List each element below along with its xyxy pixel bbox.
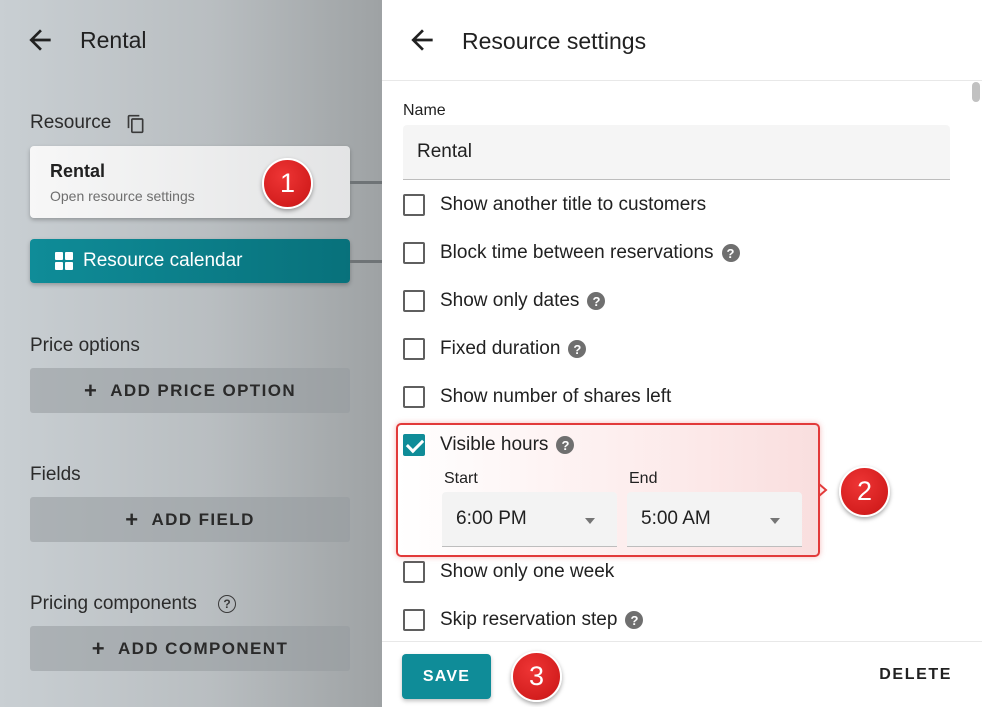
back-arrow-icon[interactable] [24, 24, 56, 56]
plus-icon: + [125, 506, 140, 532]
option-label: Skip reservation step [440, 609, 618, 630]
end-label: End [629, 470, 658, 487]
add-component-label: ADD COMPONENT [117, 638, 289, 658]
add-price-option-button[interactable]: + ADD PRICE OPTION [30, 368, 350, 413]
annotation-badge-2: 2 [839, 466, 890, 517]
price-options-label: Price options [30, 335, 140, 356]
option-label: Fixed duration [440, 338, 561, 359]
start-label: Start [444, 470, 478, 487]
option-label: Show only one week [440, 561, 615, 582]
help-icon[interactable]: ? [218, 595, 236, 613]
checkbox-checked[interactable] [403, 434, 425, 456]
option-label: Show number of shares left [440, 386, 672, 407]
help-icon[interactable]: ? [568, 340, 587, 358]
start-time-value: 6:00 PM [456, 508, 527, 529]
checkbox[interactable] [403, 609, 425, 631]
help-icon[interactable]: ? [556, 436, 575, 454]
checkbox[interactable] [403, 290, 425, 312]
option-show-another-title[interactable]: Show another title to customers [403, 190, 706, 220]
save-button[interactable]: SAVE [402, 654, 491, 699]
resource-label: Resource [30, 112, 112, 133]
add-component-button[interactable]: + ADD COMPONENT [30, 626, 350, 671]
option-shares-left[interactable]: Show number of shares left [403, 382, 671, 412]
back-arrow-icon[interactable] [406, 24, 438, 56]
option-one-week[interactable]: Show only one week [403, 557, 614, 587]
settings-footer: SAVE DELETE [382, 641, 982, 707]
settings-title: Resource settings [462, 28, 647, 54]
left-header: Rental [0, 0, 382, 80]
option-block-time[interactable]: Block time between reservations ? [403, 238, 740, 268]
checkbox[interactable] [403, 194, 425, 216]
add-price-option-label: ADD PRICE OPTION [110, 380, 297, 400]
annotation-badge-3: 3 [511, 651, 562, 702]
option-fixed-duration[interactable]: Fixed duration ? [403, 334, 587, 364]
highlight-pointer [818, 483, 828, 497]
annotation-badge-1: 1 [262, 158, 313, 209]
resource-calendar-label: Resource calendar [83, 250, 243, 271]
left-panel: Rental Resource Rental Open resource set… [0, 0, 382, 707]
resource-card-title: Rental [50, 161, 106, 181]
page-title: Rental [80, 27, 147, 53]
help-icon[interactable]: ? [625, 611, 644, 629]
pricing-components-label: Pricing components [30, 593, 197, 614]
connector-line [350, 181, 382, 184]
resource-card-subtitle: Open resource settings [50, 188, 195, 204]
settings-header: Resource settings [382, 0, 982, 81]
copy-icon[interactable] [126, 114, 146, 134]
fields-label: Fields [30, 464, 81, 485]
scrollbar[interactable] [970, 82, 982, 640]
connector-line [350, 260, 382, 263]
option-skip-reservation[interactable]: Skip reservation step ? [403, 605, 644, 635]
option-label: Show only dates [440, 290, 580, 311]
grid-icon [55, 252, 73, 270]
checkbox[interactable] [403, 561, 425, 583]
checkbox[interactable] [403, 386, 425, 408]
start-time-select[interactable]: 6:00 PM [442, 492, 617, 547]
settings-panel: Resource settings Name Show another titl… [382, 0, 982, 707]
end-time-select[interactable]: 5:00 AM [627, 492, 802, 547]
resource-calendar-button[interactable]: Resource calendar [30, 239, 350, 283]
delete-button[interactable]: DELETE [879, 666, 952, 684]
help-icon[interactable]: ? [721, 244, 740, 262]
plus-icon: + [83, 377, 99, 403]
option-visible-hours[interactable]: Visible hours ? [403, 430, 575, 460]
end-time-value: 5:00 AM [641, 508, 711, 529]
option-show-only-dates[interactable]: Show only dates ? [403, 286, 606, 316]
checkbox[interactable] [403, 338, 425, 360]
option-label: Block time between reservations [440, 242, 714, 263]
plus-icon: + [91, 635, 106, 661]
name-input[interactable] [403, 125, 950, 180]
name-label: Name [403, 102, 446, 119]
checkbox[interactable] [403, 242, 425, 264]
option-label: Visible hours [440, 434, 549, 455]
caret-down-icon [585, 518, 595, 524]
option-label: Show another title to customers [440, 194, 707, 215]
add-field-button[interactable]: + ADD FIELD [30, 497, 350, 542]
help-icon[interactable]: ? [587, 292, 606, 310]
add-field-label: ADD FIELD [151, 509, 255, 529]
caret-down-icon [770, 518, 780, 524]
scrollbar-thumb[interactable] [972, 82, 980, 102]
